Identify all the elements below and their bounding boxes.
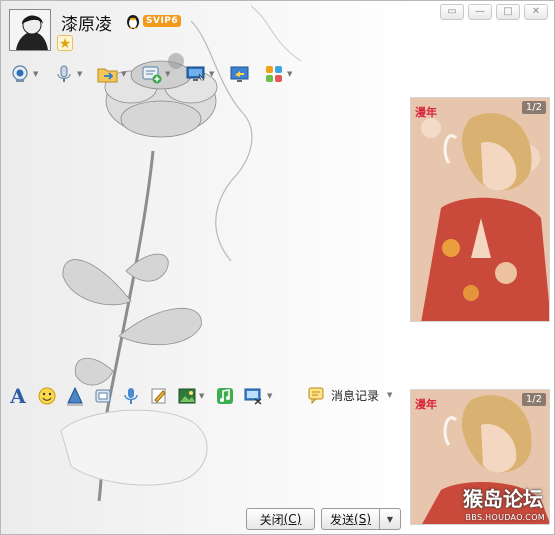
scissors-screen-icon — [244, 388, 262, 405]
vip-badge[interactable]: SVIP6 — [125, 12, 182, 30]
star-icon[interactable]: ★ — [57, 35, 73, 52]
message-history-icon — [308, 387, 324, 404]
voice-call-button[interactable]: ▼ — [53, 63, 85, 85]
music-icon — [217, 388, 233, 404]
close-icon[interactable]: ✕ — [524, 4, 548, 20]
user-avatar-icon — [10, 10, 50, 50]
shake-icon — [67, 386, 83, 406]
close-shortcut: (C) — [283, 512, 302, 526]
apps-grid-icon — [263, 63, 285, 85]
chevron-down-icon[interactable]: ▼ — [199, 392, 207, 400]
mic-icon — [124, 388, 138, 404]
remote-assist-button[interactable]: ▼ — [185, 63, 217, 85]
chevron-down-icon[interactable]: ▼ — [287, 70, 295, 78]
chevron-down-icon: ▼ — [386, 514, 394, 524]
chevron-down-icon[interactable]: ▼ — [33, 70, 41, 78]
window-controls: ▭ — □ ✕ — [440, 4, 548, 20]
share-screen-button[interactable] — [229, 63, 251, 85]
top-toolbar: ▼ ▼ ▼ ▼ ▼ ▼ — [9, 61, 307, 87]
ad-panel-bottom[interactable]: 漫年 1/2 猴岛论坛 BBS.HOUDAO.COM — [410, 389, 550, 525]
microphone-icon — [53, 63, 75, 85]
ad-page-counter: 1/2 — [521, 393, 546, 406]
chevron-down-icon[interactable]: ▼ — [165, 70, 173, 78]
handwriting-button[interactable] — [149, 386, 169, 406]
minimize-icon[interactable]: — — [468, 4, 492, 20]
chat-window: 漆原凌 SVIP6 ★ ▭ — □ ✕ ▼ ▼ ▼ ▼ ▼ ▼ 漫年 1/2 A… — [0, 0, 555, 535]
music-button[interactable] — [215, 386, 235, 406]
ad-panel-top[interactable]: 漫年 1/2 — [410, 97, 550, 322]
webcam-icon — [9, 63, 31, 85]
avatar[interactable] — [9, 9, 51, 51]
ad-logo: 漫年 — [415, 106, 437, 119]
chevron-down-icon[interactable]: ▼ — [77, 70, 85, 78]
emoji-button[interactable] — [37, 386, 57, 406]
shake-button[interactable] — [65, 386, 85, 406]
maximize-icon[interactable]: □ — [496, 4, 520, 20]
pen-icon — [151, 388, 166, 404]
font-icon: A — [10, 384, 26, 408]
forum-watermark-url: BBS.HOUDAO.COM — [465, 513, 545, 522]
image-button[interactable]: ▼ — [177, 386, 207, 406]
contact-name: 漆原凌 — [61, 15, 112, 35]
create-discussion-button[interactable]: ▼ — [141, 63, 173, 85]
voice-message-button[interactable] — [93, 386, 113, 406]
send-file-button[interactable]: ▼ — [97, 63, 129, 85]
chevron-down-icon[interactable]: ▼ — [267, 392, 275, 400]
penguin-icon — [127, 15, 139, 29]
smiley-icon — [38, 387, 56, 405]
screenshot-button[interactable]: ▼ — [243, 386, 275, 406]
vip-level-label: SVIP6 — [143, 15, 182, 27]
group-add-icon — [141, 63, 163, 85]
close-button-label: 关闭 — [259, 512, 284, 527]
send-options-button[interactable]: ▼ — [379, 508, 401, 530]
screen-share-icon — [229, 63, 251, 85]
chevron-down-icon[interactable]: ▼ — [209, 70, 217, 78]
picture-icon — [178, 388, 196, 404]
input-toolbar: A ▼ ▼ — [7, 383, 283, 409]
phone-icon — [95, 389, 111, 403]
message-history-button[interactable]: 消息记录 ▼ — [307, 384, 395, 406]
chevron-down-icon[interactable]: ▼ — [121, 70, 129, 78]
forum-watermark: 猴岛论坛 — [463, 487, 543, 511]
send-shortcut: (S) — [354, 512, 371, 526]
send-button[interactable]: 发送 (S) — [321, 508, 379, 530]
contact-header: 漆原凌 SVIP6 ★ — [7, 7, 427, 55]
anime-character-image — [411, 98, 549, 321]
ad-page-counter: 1/2 — [521, 101, 546, 114]
video-call-button[interactable]: ▼ — [9, 63, 41, 85]
send-button-label: 发送 — [330, 512, 355, 527]
ad-logo: 漫年 — [415, 398, 437, 411]
font-button[interactable]: A — [7, 384, 29, 408]
message-history-label: 消息记录 — [331, 388, 380, 403]
restore-icon[interactable]: ▭ — [440, 4, 464, 20]
apps-button[interactable]: ▼ — [263, 63, 295, 85]
chevron-down-icon[interactable]: ▼ — [387, 391, 395, 399]
close-button[interactable]: 关闭 (C) — [246, 508, 315, 530]
monitor-icon — [185, 63, 207, 85]
voice-input-button[interactable] — [121, 386, 141, 406]
folder-transfer-icon — [97, 63, 119, 85]
